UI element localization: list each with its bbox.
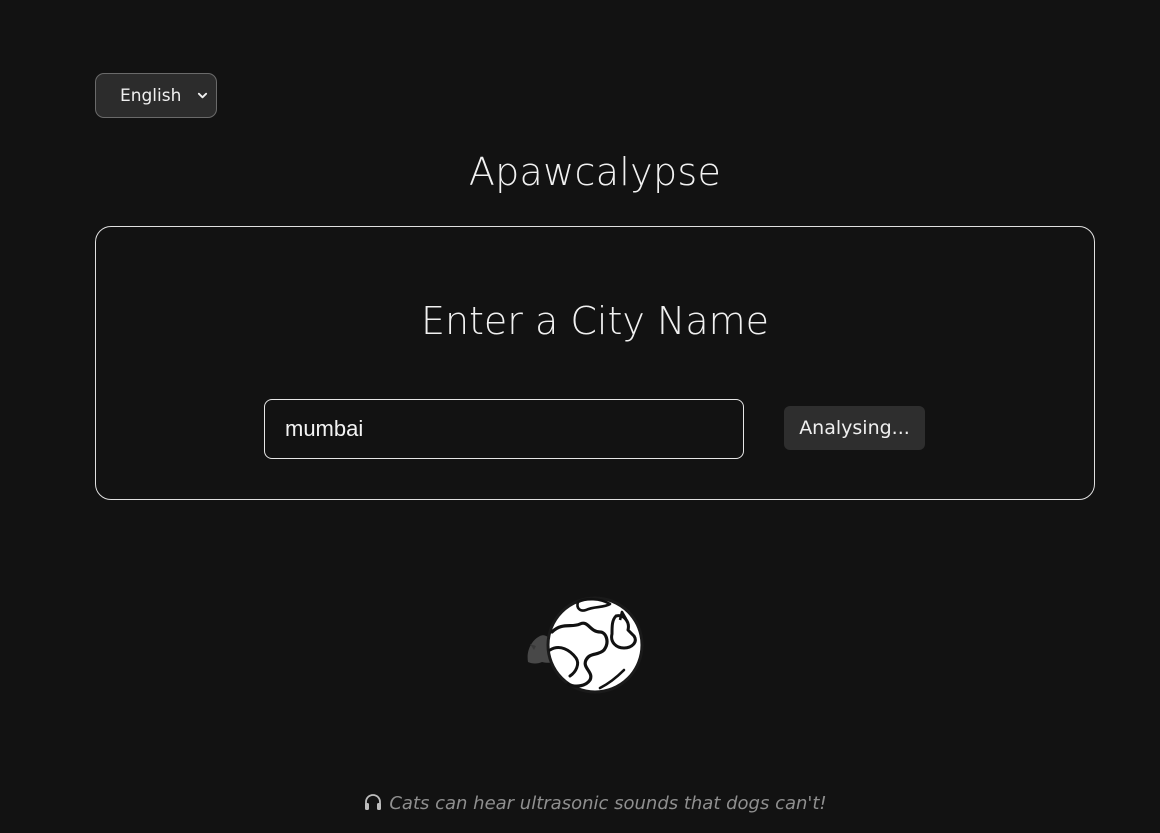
cat-fact-text: Cats can hear ultrasonic sounds that dog… [389,793,827,814]
language-select-value: English [120,85,182,106]
analyse-button[interactable]: Analysing... [784,406,925,450]
app-page: English Apawcalypse Enter a City Name mu… [0,0,1160,833]
city-input[interactable]: mumbai [264,399,744,459]
cat-globe-spinner-icon [527,596,644,694]
city-input-value: mumbai [285,416,364,441]
headphones-icon [365,794,382,810]
cat-fact: Cats can hear ultrasonic sounds that dog… [0,792,1160,814]
city-search-card: Enter a City Name mumbai Analysing... [95,226,1095,500]
card-heading: Enter a City Name [420,299,770,343]
app-title: Apawcalypse [468,150,722,194]
globe-icon [546,596,644,694]
language-select[interactable]: English [95,73,217,118]
chevron-down-icon [197,92,208,99]
